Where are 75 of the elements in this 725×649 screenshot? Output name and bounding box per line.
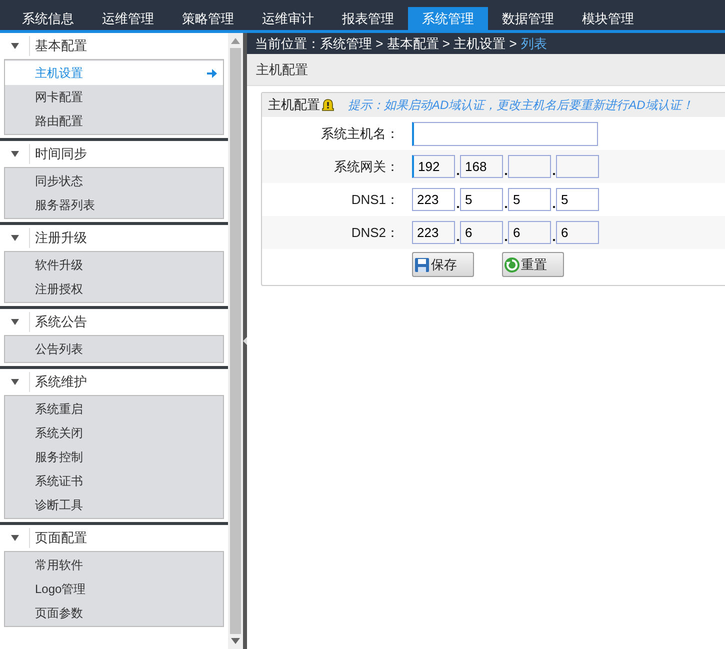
sidebar-item[interactable]: 主机设置 xyxy=(5,61,223,85)
ip-octet-field[interactable]: 223 xyxy=(412,188,455,211)
save-button[interactable]: 保存 xyxy=(412,252,474,277)
section-title: 基本配置 xyxy=(34,37,87,56)
ip-octet-field[interactable]: 223 xyxy=(412,221,455,244)
scroll-down-icon xyxy=(231,638,240,644)
nav-tab[interactable]: 报表管理 xyxy=(328,7,408,30)
ip-octet-field[interactable]: 5 xyxy=(460,188,503,211)
section-title: 页面配置 xyxy=(34,529,87,548)
ip-octet-field[interactable]: 5 xyxy=(508,188,551,211)
panel-title: 主机配置 xyxy=(247,54,725,86)
dot-separator-icon xyxy=(504,238,506,240)
field-label: 系统主机名： xyxy=(320,124,400,143)
sidebar-item[interactable]: 网卡配置 xyxy=(5,85,223,109)
dot-separator-icon xyxy=(456,206,458,208)
nav-tab[interactable]: 运维审计 xyxy=(248,7,328,30)
collapse-triangle-icon[interactable] xyxy=(10,318,18,326)
warning-icon xyxy=(322,98,334,112)
sidebar-item[interactable]: 页面参数 xyxy=(5,601,223,625)
collapse-triangle-icon[interactable] xyxy=(10,42,18,50)
field-label: DNS1： xyxy=(350,190,400,209)
ip-octet-field[interactable]: 168 xyxy=(460,155,503,178)
sidebar-item[interactable]: 软件升级 xyxy=(5,253,223,277)
sidebar-item[interactable]: 服务控制 xyxy=(5,445,223,469)
ip-octet-field[interactable] xyxy=(556,155,599,178)
dot-separator-icon xyxy=(504,206,506,208)
ip-octet-field[interactable] xyxy=(508,155,551,178)
hint-text: 提示：如果启动AD域认证，更改主机名后要重新进行AD域认证！ xyxy=(348,97,694,114)
sidebar-item[interactable]: 系统证书 xyxy=(5,469,223,493)
section-title: 注册升级 xyxy=(34,229,87,248)
collapse-triangle-icon[interactable] xyxy=(10,534,18,542)
nav-tab[interactable]: 系统信息 xyxy=(8,7,88,30)
nav-tab[interactable]: 模块管理 xyxy=(568,7,648,30)
breadcrumb-current[interactable]: 列表 xyxy=(520,34,547,54)
arrow-right-icon xyxy=(207,68,217,78)
collapse-triangle-icon[interactable] xyxy=(10,150,18,158)
dot-separator-icon xyxy=(552,172,554,174)
nav-tab[interactable]: 运维管理 xyxy=(88,7,168,30)
form-title: 主机配置 xyxy=(268,96,320,114)
ip-octet-field[interactable]: 6 xyxy=(460,221,503,244)
section-title: 系统维护 xyxy=(34,373,87,392)
sidebar-item[interactable]: Logo管理 xyxy=(5,577,223,601)
refresh-icon xyxy=(504,256,520,272)
section-title: 时间同步 xyxy=(34,145,87,164)
sidebar-item[interactable]: 服务器列表 xyxy=(5,193,223,217)
sidebar-item[interactable]: 系统重启 xyxy=(5,397,223,421)
nav-tab[interactable]: 系统管理 xyxy=(408,7,488,30)
sidebar-item[interactable]: 同步状态 xyxy=(5,169,223,193)
scroll-up-icon xyxy=(231,38,240,44)
nav-tab[interactable]: 数据管理 xyxy=(488,7,568,30)
collapse-triangle-icon[interactable] xyxy=(10,378,18,386)
breadcrumb-path: 当前位置：系统管理 > 基本配置 > 主机设置 > xyxy=(255,34,517,53)
dot-separator-icon xyxy=(552,206,554,208)
field-label: 系统网关： xyxy=(333,158,400,176)
hostname-field[interactable] xyxy=(412,122,598,146)
ip-octet-field[interactable]: 6 xyxy=(508,221,551,244)
field-label: DNS2： xyxy=(350,224,400,242)
dot-separator-icon xyxy=(456,172,458,174)
nav-tab[interactable]: 策略管理 xyxy=(168,7,248,30)
reset-button[interactable]: 重置 xyxy=(502,252,564,277)
dot-separator-icon xyxy=(504,172,506,174)
sidebar-item[interactable]: 系统关闭 xyxy=(5,421,223,445)
dot-separator-icon xyxy=(456,238,458,240)
scrollbar[interactable] xyxy=(228,33,243,649)
ip-octet-field[interactable]: 6 xyxy=(556,221,599,244)
sidebar-item[interactable]: 路由配置 xyxy=(5,109,223,133)
dot-separator-icon xyxy=(552,238,554,240)
collapse-triangle-icon[interactable] xyxy=(10,234,18,242)
ip-octet-field[interactable]: 192 xyxy=(412,155,455,178)
sidebar-item[interactable]: 诊断工具 xyxy=(5,493,223,517)
ip-octet-field[interactable]: 5 xyxy=(556,188,599,211)
sidebar-item[interactable]: 注册授权 xyxy=(5,277,223,301)
sidebar-item[interactable]: 公告列表 xyxy=(5,337,223,361)
section-title: 系统公告 xyxy=(34,313,87,332)
sidebar-item[interactable]: 常用软件 xyxy=(5,553,223,577)
